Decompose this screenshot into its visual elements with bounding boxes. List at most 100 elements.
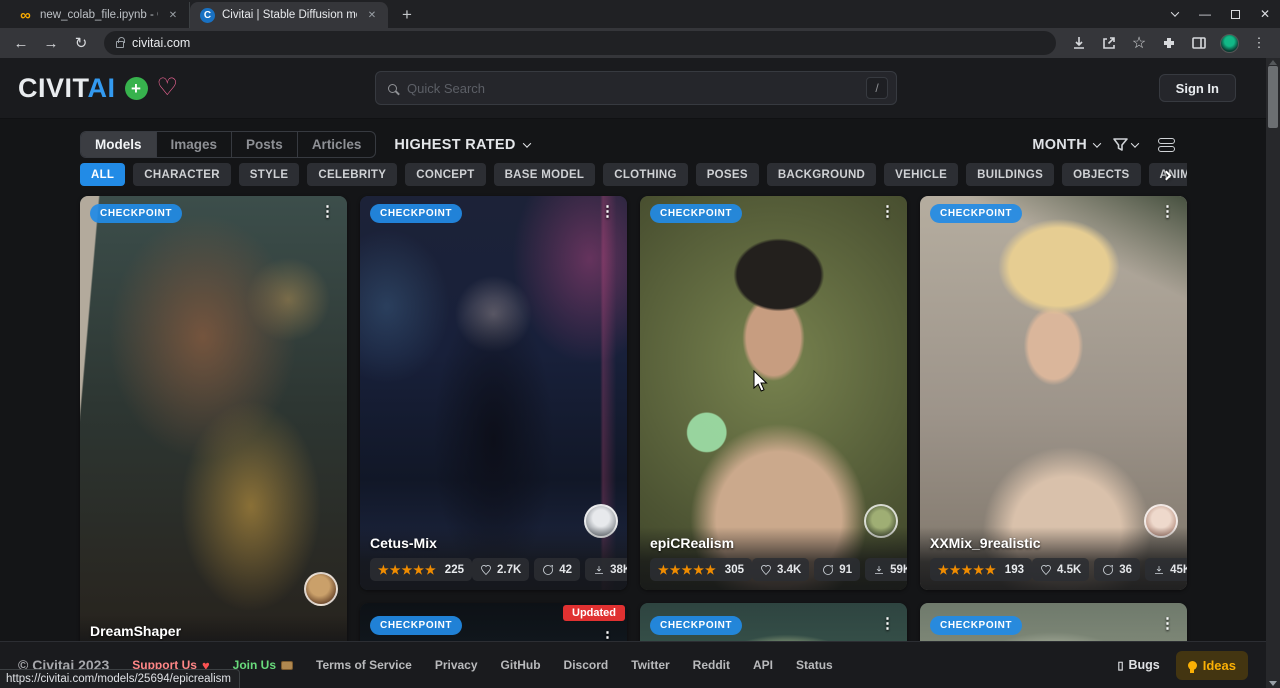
downloads-pill[interactable]: 38K bbox=[585, 558, 627, 581]
bugs-button[interactable]: ▯Bugs bbox=[1117, 658, 1159, 672]
chip-background[interactable]: BACKGROUND bbox=[767, 163, 876, 186]
link-status-bubble: https://civitai.com/models/25694/epicrea… bbox=[0, 669, 240, 688]
comments-pill[interactable]: 36 bbox=[1094, 558, 1140, 581]
back-button[interactable]: ← bbox=[8, 30, 34, 56]
sort-dropdown[interactable]: HIGHEST RATED bbox=[394, 137, 529, 153]
discord-link[interactable]: Discord bbox=[564, 658, 609, 672]
checkpoint-badge: CHECKPOINT bbox=[650, 616, 742, 635]
chip-clothing[interactable]: CLOTHING bbox=[603, 163, 687, 186]
card-menu-icon[interactable]: ⋮ bbox=[874, 616, 901, 633]
heart-icon[interactable]: ♡ bbox=[157, 76, 179, 100]
chips-scroll-right-icon[interactable] bbox=[1163, 166, 1179, 182]
chip-style[interactable]: STYLE bbox=[239, 163, 300, 186]
tab-close-icon[interactable]: ✕ bbox=[165, 7, 181, 23]
minimize-button[interactable]: — bbox=[1190, 0, 1220, 28]
forward-button[interactable]: → bbox=[38, 30, 64, 56]
scrollbar-thumb[interactable] bbox=[1268, 66, 1278, 128]
filter-dropdown[interactable] bbox=[1112, 137, 1138, 153]
close-window-button[interactable]: ✕ bbox=[1250, 0, 1280, 28]
share-icon[interactable] bbox=[1096, 30, 1122, 56]
bookmark-star-icon[interactable]: ☆ bbox=[1126, 30, 1152, 56]
comments-pill[interactable]: 91 bbox=[814, 558, 860, 581]
card-menu-icon[interactable]: ⋮ bbox=[314, 204, 341, 221]
chip-concept[interactable]: CONCEPT bbox=[405, 163, 485, 186]
reload-button[interactable]: ↻ bbox=[68, 30, 94, 56]
sign-in-button[interactable]: Sign In bbox=[1159, 74, 1236, 102]
restore-button[interactable] bbox=[1220, 0, 1250, 28]
tab-colab[interactable]: ∞ new_colab_file.ipynb - Colaborat ✕ bbox=[8, 2, 190, 28]
chip-buildings[interactable]: BUILDINGS bbox=[966, 163, 1054, 186]
downloads-pill[interactable]: 59K bbox=[865, 558, 907, 581]
comment-icon bbox=[1102, 564, 1114, 576]
likes-pill[interactable]: 4.5K bbox=[1032, 558, 1089, 581]
search-input[interactable] bbox=[407, 81, 856, 96]
status-link[interactable]: Status bbox=[796, 658, 833, 672]
privacy-link[interactable]: Privacy bbox=[435, 658, 478, 672]
page-scrollbar[interactable] bbox=[1266, 58, 1280, 688]
card-menu-icon[interactable]: ⋮ bbox=[594, 204, 621, 221]
scroll-down-icon[interactable] bbox=[1269, 681, 1277, 686]
chip-vehicle[interactable]: VEHICLE bbox=[884, 163, 958, 186]
create-plus-icon[interactable]: + bbox=[125, 77, 148, 100]
rating-pill: ★★★★★305 bbox=[650, 558, 752, 581]
twitter-link[interactable]: Twitter bbox=[631, 658, 669, 672]
likes-pill[interactable]: 3.4K bbox=[752, 558, 809, 581]
card-menu-icon[interactable]: ⋮ bbox=[1154, 616, 1181, 633]
tab-title: Civitai | Stable Diffusion models, bbox=[222, 9, 357, 21]
tab-articles[interactable]: Articles bbox=[298, 132, 376, 157]
model-card-dreamshaper[interactable]: CHECKPOINT ⋮ DreamShaper bbox=[80, 196, 347, 666]
slash-shortcut-key: / bbox=[866, 77, 888, 99]
model-card-epicrealism[interactable]: CHECKPOINT ⋮ epiCRealism ★★★★★305 3.4K 9… bbox=[640, 196, 907, 590]
model-grid: CHECKPOINT ⋮ DreamShaper CHECKPOINT ⋮ C bbox=[80, 196, 1187, 688]
browser-window: ∞ new_colab_file.ipynb - Colaborat ✕ C C… bbox=[0, 0, 1280, 688]
profile-avatar[interactable] bbox=[1216, 30, 1242, 56]
chip-character[interactable]: CHARACTER bbox=[133, 163, 231, 186]
model-card-cetus-mix[interactable]: CHECKPOINT ⋮ Cetus-Mix ★★★★★225 2.7K 42 … bbox=[360, 196, 627, 590]
api-link[interactable]: API bbox=[753, 658, 773, 672]
site-header: CIVITAI + ♡ / Sign In bbox=[0, 58, 1266, 119]
chip-base-model[interactable]: BASE MODEL bbox=[494, 163, 596, 186]
side-panel-icon[interactable] bbox=[1186, 30, 1212, 56]
tab-models[interactable]: Models bbox=[81, 132, 157, 157]
browser-menu-icon[interactable]: ⋮ bbox=[1246, 30, 1272, 56]
tab-civitai[interactable]: C Civitai | Stable Diffusion models, ✕ bbox=[190, 2, 388, 28]
join-us-link[interactable]: Join Us bbox=[233, 658, 293, 672]
tab-close-icon[interactable]: ✕ bbox=[364, 7, 380, 23]
card-menu-icon[interactable]: ⋮ bbox=[1154, 204, 1181, 221]
rating-pill: ★★★★★193 bbox=[930, 558, 1032, 581]
address-bar[interactable]: civitai.com bbox=[104, 31, 1056, 55]
comments-pill[interactable]: 42 bbox=[534, 558, 580, 581]
browser-tab-bar: ∞ new_colab_file.ipynb - Colaborat ✕ C C… bbox=[0, 0, 1280, 28]
chip-poses[interactable]: POSES bbox=[696, 163, 759, 186]
extensions-puzzle-icon[interactable] bbox=[1156, 30, 1182, 56]
checkpoint-badge: CHECKPOINT bbox=[370, 204, 462, 223]
model-card-xxmix-9realistic[interactable]: CHECKPOINT ⋮ XXMix_9realistic ★★★★★193 4… bbox=[920, 196, 1187, 590]
search-box[interactable]: / bbox=[375, 71, 897, 105]
download-icon bbox=[1153, 564, 1165, 576]
likes-pill[interactable]: 2.7K bbox=[472, 558, 529, 581]
scroll-up-icon[interactable] bbox=[1269, 60, 1277, 65]
chip-all[interactable]: ALL bbox=[80, 163, 125, 186]
bug-icon: ▯ bbox=[1117, 659, 1123, 672]
ideas-button[interactable]: Ideas bbox=[1176, 651, 1248, 680]
chip-objects[interactable]: OBJECTS bbox=[1062, 163, 1140, 186]
browser-toolbar: ← → ↻ civitai.com ☆ ⋮ bbox=[0, 28, 1280, 58]
period-dropdown[interactable]: MONTH bbox=[1032, 137, 1100, 153]
creator-avatar[interactable] bbox=[304, 572, 338, 606]
download-icon[interactable] bbox=[1066, 30, 1092, 56]
layout-toggle-icon[interactable] bbox=[1158, 138, 1175, 152]
tab-posts[interactable]: Posts bbox=[232, 132, 298, 157]
new-tab-button[interactable]: + bbox=[394, 2, 420, 28]
civitai-logo[interactable]: CIVITAI + ♡ bbox=[18, 73, 178, 104]
card-menu-icon[interactable]: ⋮ bbox=[874, 204, 901, 221]
github-link[interactable]: GitHub bbox=[501, 658, 541, 672]
reddit-link[interactable]: Reddit bbox=[693, 658, 730, 672]
model-title: XXMix_9realistic bbox=[930, 535, 1177, 551]
logo-text: CIVIT bbox=[18, 73, 88, 103]
downloads-pill[interactable]: 45K bbox=[1145, 558, 1187, 581]
chip-celebrity[interactable]: CELEBRITY bbox=[307, 163, 397, 186]
terms-link[interactable]: Terms of Service bbox=[316, 658, 412, 672]
model-title: Cetus-Mix bbox=[370, 535, 617, 551]
tab-search-chevron-icon[interactable] bbox=[1160, 0, 1190, 28]
tab-images[interactable]: Images bbox=[157, 132, 233, 157]
